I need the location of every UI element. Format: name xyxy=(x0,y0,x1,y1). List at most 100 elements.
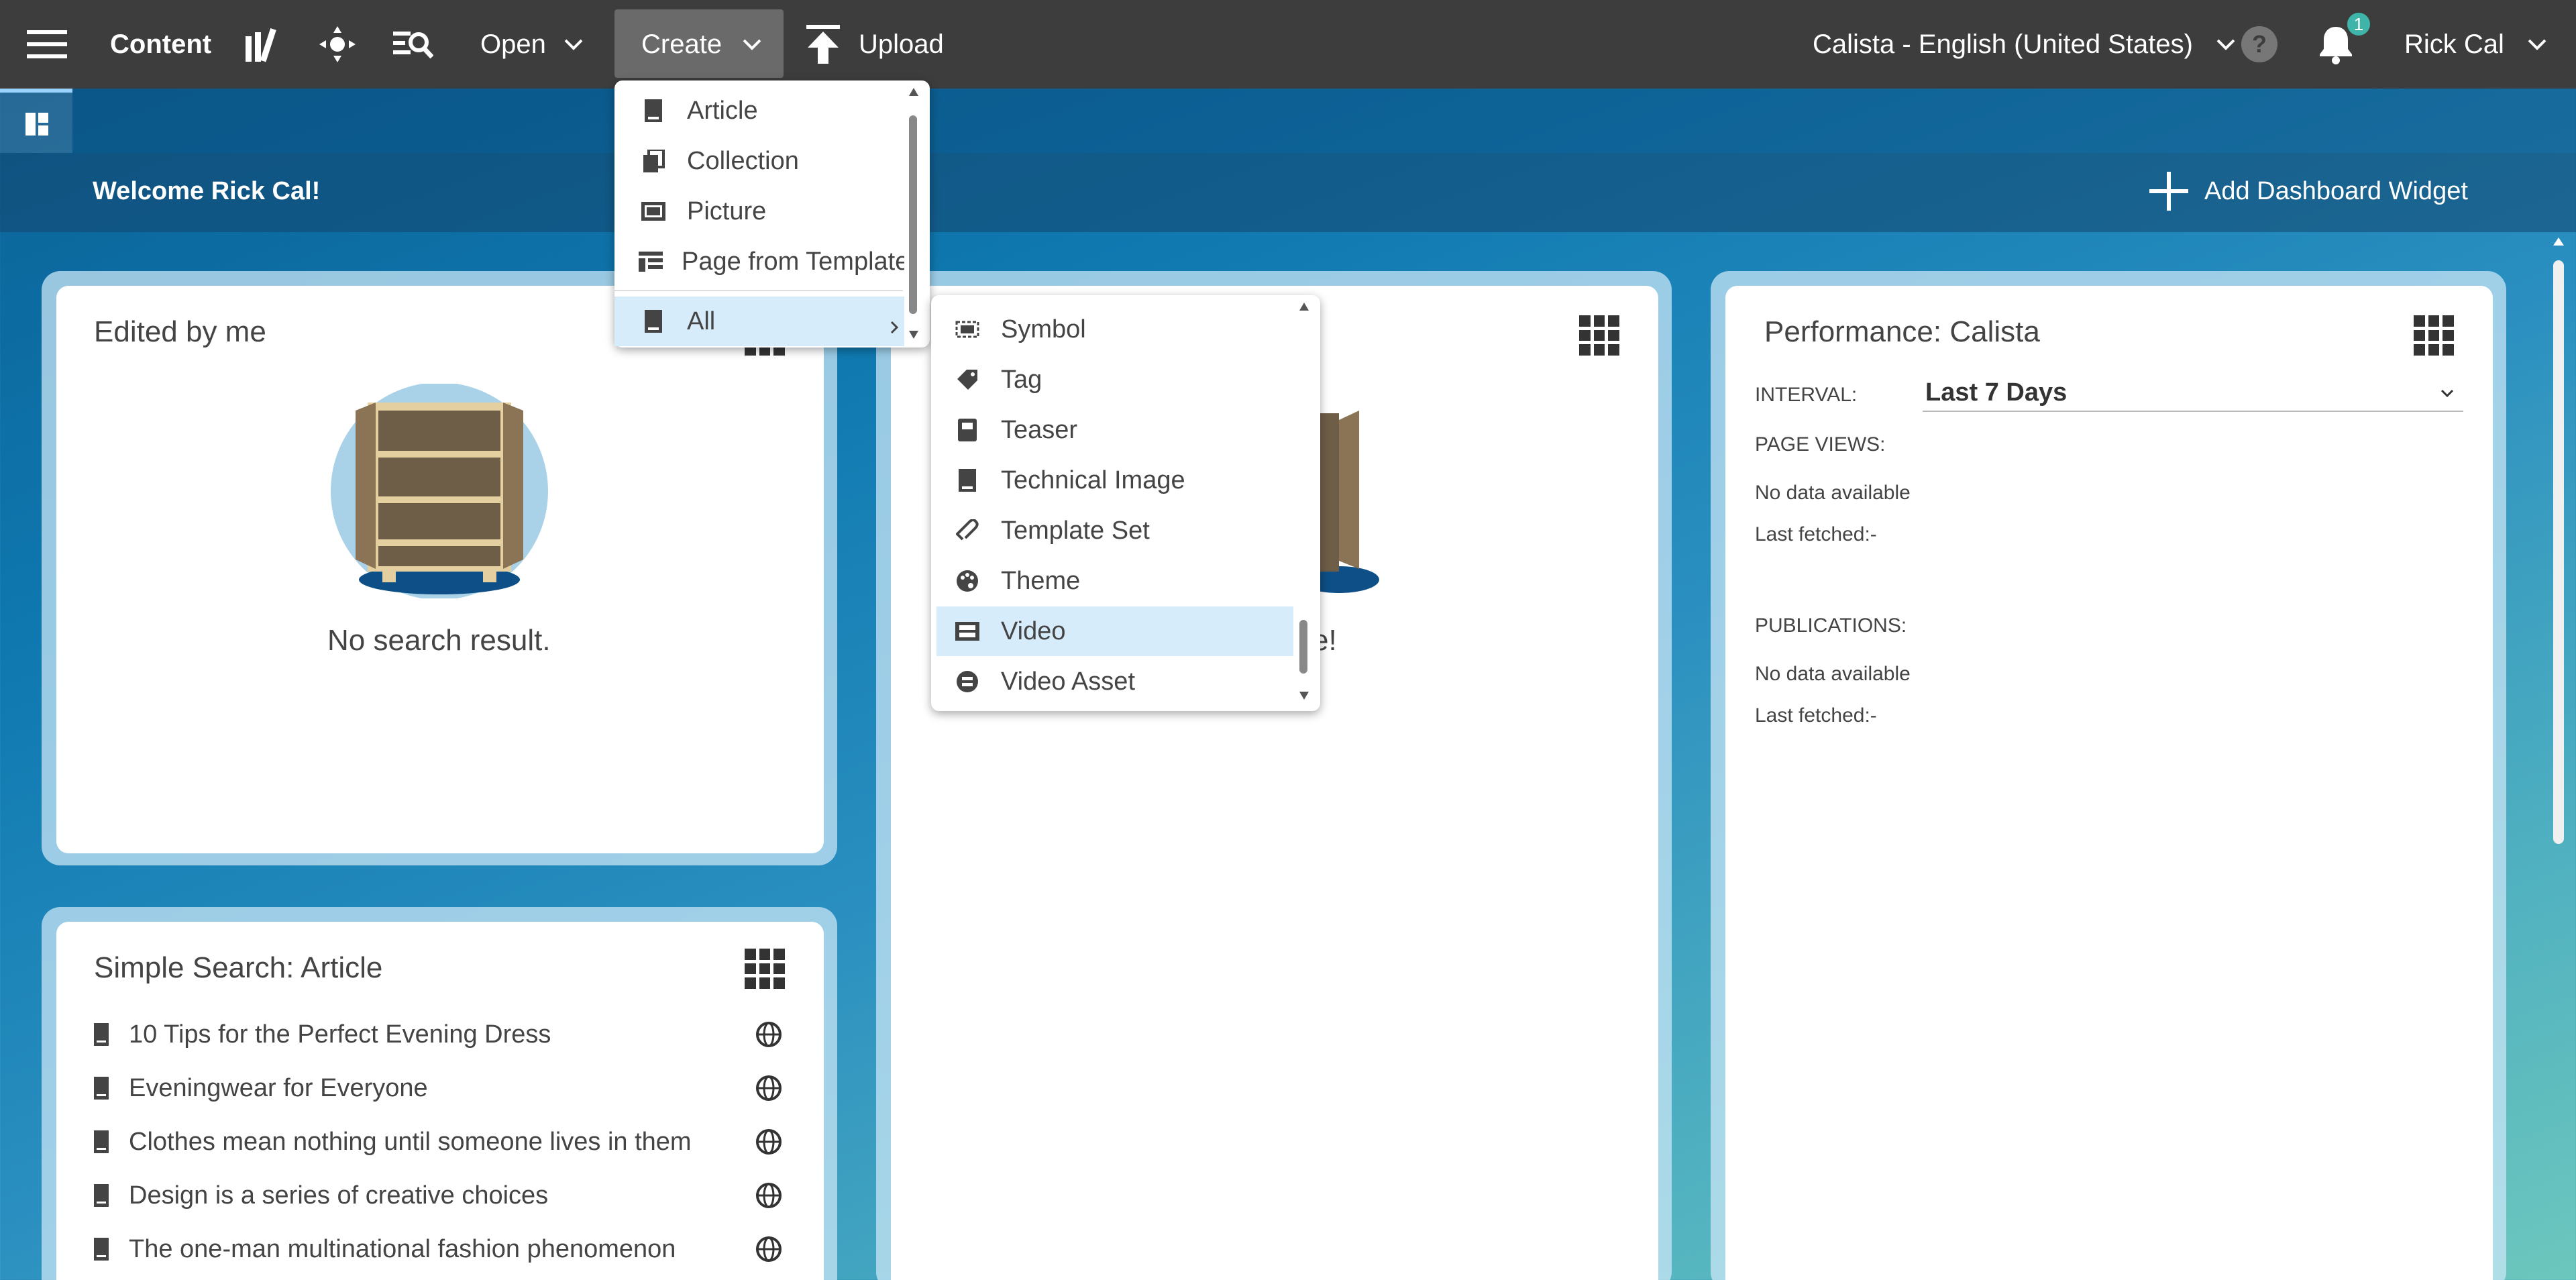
all-icon xyxy=(639,307,668,336)
page-scrollbar[interactable] xyxy=(2549,232,2568,1280)
svg-text:?: ? xyxy=(2252,30,2267,58)
list-item-title: Clothes mean nothing until someone lives… xyxy=(129,1127,692,1156)
teaser-icon xyxy=(953,415,982,445)
add-dashboard-widget-button[interactable]: Add Dashboard Widget xyxy=(2149,172,2468,211)
article-icon xyxy=(94,1077,109,1100)
submenu-item-teaser[interactable]: Teaser xyxy=(936,405,1293,455)
dashboard-tab[interactable] xyxy=(0,89,72,153)
page-views-label: PAGE VIEWS: xyxy=(1755,433,1886,456)
empty-cabinet-illustration xyxy=(331,384,548,598)
menu-item-label: Collection xyxy=(687,146,799,175)
widget-title: Performance: Calista xyxy=(1764,315,2040,348)
chevron-down-icon xyxy=(2216,39,2235,50)
navigation-icon[interactable] xyxy=(318,0,357,89)
article-icon xyxy=(94,1238,109,1261)
submenu-item-theme[interactable]: Theme xyxy=(936,556,1293,606)
site-selector[interactable]: Calista - English (United States) xyxy=(1813,0,2236,89)
submenu-item-video-asset[interactable]: Video Asset xyxy=(936,657,1293,706)
upload-label: Upload xyxy=(859,29,944,59)
add-widget-label: Add Dashboard Widget xyxy=(2204,176,2468,205)
globe-icon[interactable] xyxy=(755,1236,782,1263)
menu-item-label: All xyxy=(687,307,716,335)
symbol-icon xyxy=(953,315,982,344)
widget-title: Simple Search: Article xyxy=(94,951,383,984)
upload-icon xyxy=(806,25,840,64)
article-icon xyxy=(94,1023,109,1046)
create-menu-item-collection[interactable]: Collection xyxy=(614,136,904,186)
menu-item-label: Template Set xyxy=(1001,516,1150,545)
library-icon[interactable] xyxy=(243,0,280,89)
empty-search-result-text: No search result. xyxy=(327,624,551,657)
hamburger-menu-icon[interactable] xyxy=(27,0,67,89)
scroll-up-arrow-icon xyxy=(1299,303,1309,311)
scroll-down-arrow-icon xyxy=(1299,692,1309,700)
upload-button[interactable]: Upload xyxy=(805,0,944,89)
list-item-title: The one-man multinational fashion phenom… xyxy=(129,1234,676,1263)
scroll-down-arrow-icon xyxy=(909,331,918,339)
submenu-scrollbar[interactable] xyxy=(1297,302,1309,704)
globe-icon[interactable] xyxy=(755,1182,782,1209)
collection-icon xyxy=(639,146,668,176)
page-views-empty-text: No data available xyxy=(1755,482,1911,504)
search-list-icon[interactable] xyxy=(393,0,433,89)
interval-select[interactable]: Last 7 Days xyxy=(1923,373,2463,412)
scroll-up-arrow-icon xyxy=(2553,237,2564,246)
globe-icon[interactable] xyxy=(755,1021,782,1048)
list-item[interactable]: Design is a series of creative choices xyxy=(94,1169,798,1222)
widget-grid-icon[interactable] xyxy=(2414,315,2454,356)
list-item-title: 10 Tips for the Perfect Evening Dress xyxy=(129,1020,551,1049)
notification-count-badge: 1 xyxy=(2345,11,2372,38)
edited-by-me-widget: Edited by me No search result. xyxy=(56,286,824,853)
video-asset-icon xyxy=(953,667,982,696)
page-scrollbar-thumb[interactable] xyxy=(2553,260,2564,844)
all-submenu: Symbol Tag Teaser Technical Image Template S… xyxy=(931,295,1320,711)
user-menu[interactable]: Rick Cal xyxy=(2404,0,2547,89)
list-item[interactable]: Eveningwear for Everyone xyxy=(94,1061,798,1115)
welcome-text: Welcome Rick Cal! xyxy=(93,177,321,205)
submenu-item-video[interactable]: Video xyxy=(936,606,1293,656)
list-item[interactable]: The one-man multinational fashion phenom… xyxy=(94,1222,798,1276)
article-icon xyxy=(639,96,668,125)
create-menu-item-picture[interactable]: Picture xyxy=(614,186,904,236)
site-label: Calista - English (United States) xyxy=(1813,29,2193,59)
article-icon xyxy=(94,1184,109,1207)
menu-item-label: Video Asset xyxy=(1001,667,1136,696)
plus-icon xyxy=(2149,172,2188,211)
help-icon[interactable]: ? xyxy=(2241,0,2278,89)
create-menu-scrollbar[interactable] xyxy=(907,87,919,342)
template-set-icon xyxy=(953,516,982,545)
create-menu-item-page-from-template[interactable]: Page from Template xyxy=(614,237,904,286)
menu-divider xyxy=(614,290,903,291)
widget-grid-icon[interactable] xyxy=(1579,315,1619,356)
submenu-item-tag[interactable]: Tag xyxy=(936,355,1293,405)
submenu-item-symbol[interactable]: Symbol xyxy=(936,305,1293,354)
dashboard-icon xyxy=(25,113,48,136)
dashboard-tab-bar xyxy=(0,89,2576,153)
tag-icon xyxy=(953,365,982,394)
submenu-scroll-thumb[interactable] xyxy=(1299,620,1307,674)
page-template-icon xyxy=(639,247,663,276)
create-button-content[interactable]: Create xyxy=(641,0,762,89)
list-item[interactable]: 10 Tips for the Perfect Evening Dress xyxy=(94,1008,798,1061)
chevron-right-icon xyxy=(890,313,899,341)
content-tab[interactable]: Content xyxy=(110,0,211,89)
list-item[interactable]: Clothes mean nothing until someone lives… xyxy=(94,1115,798,1169)
picture-icon xyxy=(639,197,668,226)
open-menu-button[interactable]: Open xyxy=(480,0,584,89)
chevron-down-icon xyxy=(743,39,761,50)
widget-grid-icon[interactable] xyxy=(745,949,785,989)
notifications-bell-icon[interactable] xyxy=(2318,0,2353,89)
submenu-item-technical-image[interactable]: Technical Image xyxy=(936,456,1293,505)
create-menu-item-article[interactable]: Article xyxy=(614,86,904,136)
publications-label: PUBLICATIONS: xyxy=(1755,615,1907,637)
submenu-item-template-set[interactable]: Template Set xyxy=(936,506,1293,555)
create-menu-scroll-thumb[interactable] xyxy=(909,115,917,314)
globe-icon[interactable] xyxy=(755,1075,782,1102)
chevron-down-icon xyxy=(2440,389,2454,397)
create-menu-item-all[interactable]: All xyxy=(614,297,904,346)
menu-item-label: Tag xyxy=(1001,365,1042,394)
globe-icon[interactable] xyxy=(755,1128,782,1155)
create-dropdown-menu: Article Collection Picture Page from Templa… xyxy=(614,81,930,348)
menu-item-label: Technical Image xyxy=(1001,466,1185,494)
publications-empty-text: No data available xyxy=(1755,663,1911,685)
